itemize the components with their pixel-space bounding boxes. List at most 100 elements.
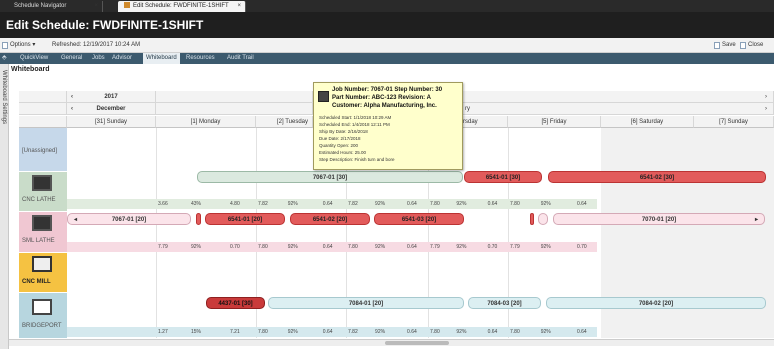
metric-value: 0.64 [487,329,498,335]
resource-cnc-lathe[interactable]: CNC LATHE [19,172,67,212]
job-bar[interactable]: 7084-02 [20] [546,297,766,309]
tooltip-detail: Ship By Date: 2/16/2018 [319,129,368,134]
metric-value: 7.82 [258,201,268,207]
metric-value: 92% [287,244,298,250]
day-header: [6] Saturday [601,116,694,128]
metric-value: 92% [456,244,467,250]
metric-value: 92% [287,329,298,335]
metric-value: 1.27 [158,329,168,335]
tooltip-title: Job Number: 7067-01 Step Number: 30 [332,87,443,93]
page-icon [2,42,8,49]
machine-icon [32,175,52,191]
metric-value: 0.64 [487,201,498,207]
metric-value: 92% [540,244,551,250]
job-bar[interactable]: 4437-01 [30] [206,297,265,309]
job-bar[interactable] [196,213,201,225]
scrollbar-thumb[interactable] [385,341,449,345]
close-icon[interactable]: × [94,1,98,12]
prev-arrow-icon[interactable]: ‹ [71,91,73,103]
metric-value: 92% [540,201,551,207]
gridline [428,170,429,338]
metric-value: 92% [287,201,298,207]
close-button[interactable]: Close [748,38,763,53]
metric-value: 43% [191,201,202,207]
whiteboard-settings-strip[interactable]: Whiteboard Settings [0,64,9,349]
expand-arrow-icon[interactable]: ◂ [74,214,77,226]
resource-unassigned[interactable]: [Unassigned] [19,128,67,172]
job-bar[interactable]: 6541-02 [30] [548,171,766,183]
resource-name: SML LATHE [22,238,55,244]
year-header: ‹ 2017 [67,91,156,103]
machine-icon [32,256,52,272]
tooltip-detail: Estimated Hours: 25.00 [319,150,367,155]
tooltip-part: Part Number: ABC-123 Revision: A [332,95,431,101]
job-icon [318,91,329,102]
tooltip-detail: Quantity Open: 200 [319,143,359,148]
options-menu[interactable]: Options ▾ [10,38,35,53]
tab-audit-trail[interactable]: Audit Trail [227,53,254,64]
job-tooltip: Job Number: 7067-01 Step Number: 30 Part… [313,82,463,170]
metric-value: 7.21 [230,329,240,335]
pin-icon[interactable]: ⬘ [2,53,9,64]
next-arrow-icon[interactable]: › [765,91,767,103]
job-bar[interactable]: 7084-03 [20] [468,297,541,309]
side-strip-label: Whiteboard Settings [1,70,7,125]
job-bar[interactable]: 7070-01 [20] ▸ [553,213,765,225]
metric-value: 7.80 [430,201,440,207]
job-bar[interactable]: 6541-01 [20] [205,213,285,225]
horizontal-scrollbar[interactable] [9,339,774,346]
corner-cell [19,116,67,128]
document-tab-strip: Schedule Navigator × Edit Schedule: FWDF… [0,0,774,12]
job-bar[interactable]: 6541-02 [20] [290,213,370,225]
close-icon [740,42,746,49]
metric-value: 3.66 [158,201,168,207]
metric-value: 4.80 [230,201,240,207]
tab-jobs[interactable]: Jobs [92,53,105,64]
job-bar[interactable]: 7067-01 [30] [197,171,463,183]
metric-value: 0.64 [407,244,417,250]
job-bar[interactable]: ◂ 7067-01 [20] [67,213,191,225]
resource-name: CNC MILL [22,279,51,285]
job-bar[interactable]: 6541-03 [20] [374,213,464,225]
metric-value: 7.80 [510,201,520,207]
day-header: [2] Tuesday [256,116,313,128]
day-header: [1] Monday [156,116,256,128]
machine-icon [32,299,52,315]
tab-general[interactable]: General [61,53,82,64]
next-arrow-icon[interactable]: › [765,103,767,115]
job-bar[interactable] [530,213,534,225]
resource-sml-lathe[interactable]: SML LATHE [19,212,67,253]
metric-value: 0.70 [487,244,498,250]
close-icon[interactable]: × [237,1,241,12]
job-bar[interactable] [538,213,548,225]
job-bar[interactable]: 6541-01 [30] [464,171,542,183]
gridline [156,128,157,338]
page-title: Edit Schedule: FWDFINITE-1SHIFT [0,12,774,38]
resource-cnc-mill[interactable]: CNC MILL [19,253,67,293]
tooltip-detail: Scheduled End: 1/4/2018 12:11 PM [319,122,390,127]
metric-value: 7.80 [258,244,268,250]
tab-advisor[interactable]: Advisor [112,53,132,64]
tab-whiteboard[interactable]: Whiteboard [143,53,180,64]
tooltip-detail: Scheduled Start: 1/1/2018 10:29 AM [319,115,392,120]
metric-value: 92% [540,329,551,335]
save-button[interactable]: Save [722,38,736,53]
metric-value: 7.82 [348,329,358,335]
month-header-right: ry › [463,103,774,115]
schedule-icon [124,2,130,8]
metric-value: 0.64 [322,329,333,335]
year-header-extra [156,91,313,103]
job-bar[interactable]: 7084-01 [20] [268,297,464,309]
tab-schedule-navigator[interactable]: Schedule Navigator × [8,1,103,12]
expand-arrow-icon[interactable]: ▸ [755,214,758,226]
metric-value: 7.80 [258,329,268,335]
metric-value: 7.80 [348,244,358,250]
resource-bridgeport[interactable]: BRIDGEPORT [19,293,67,339]
prev-arrow-icon[interactable]: ‹ [71,103,73,115]
tab-edit-schedule[interactable]: Edit Schedule: FWDFINITE-1SHIFT × [118,1,246,12]
tooltip-detail: Step Description: Finish turn and bore [319,157,395,162]
day-header: [5] Friday [508,116,601,128]
tab-quickview[interactable]: QuickView [20,53,48,64]
tab-resources[interactable]: Resources [186,53,215,64]
metric-value: 92% [456,329,467,335]
